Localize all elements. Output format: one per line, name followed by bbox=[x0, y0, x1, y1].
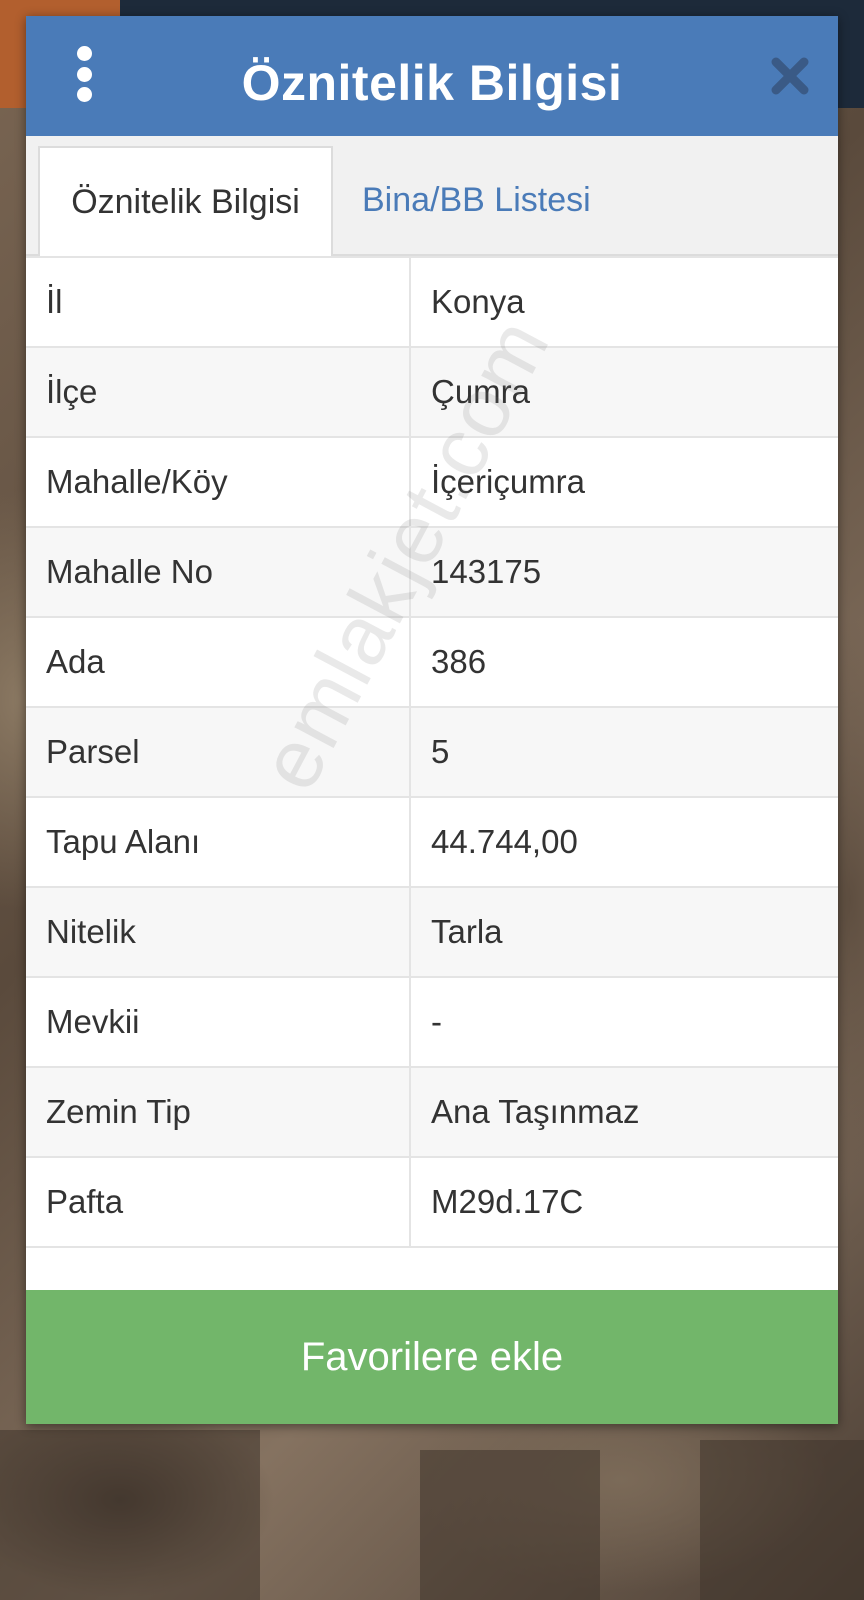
table-row: İlçe Çumra bbox=[26, 346, 838, 438]
attribute-value: 386 bbox=[409, 616, 838, 708]
attribute-key: Tapu Alanı bbox=[26, 796, 411, 888]
dialog-title: Öznitelik Bilgisi bbox=[241, 55, 623, 111]
attribute-value: Konya bbox=[409, 256, 838, 348]
dialog-header: Öznitelik Bilgisi bbox=[26, 16, 838, 136]
add-to-favorites-button[interactable]: Favorilere ekle bbox=[26, 1290, 838, 1424]
attribute-value: Çumra bbox=[409, 346, 838, 438]
attribute-info-dialog: Öznitelik Bilgisi Öznitelik Bilgisi Bina… bbox=[26, 16, 838, 1424]
attribute-value: Ana Taşınmaz bbox=[409, 1066, 838, 1158]
attribute-value: - bbox=[409, 976, 838, 1068]
table-row: Mevkii - bbox=[26, 976, 838, 1068]
map-field-patch bbox=[0, 1430, 260, 1600]
table-row: İl Konya bbox=[26, 256, 838, 348]
attribute-value: 5 bbox=[409, 706, 838, 798]
close-icon[interactable] bbox=[768, 54, 812, 98]
attribute-value: İçeriçumra bbox=[409, 436, 838, 528]
attribute-key: Mevkii bbox=[26, 976, 411, 1068]
attribute-key: Ada bbox=[26, 616, 411, 708]
table-row: Mahalle/Köy İçeriçumra bbox=[26, 436, 838, 528]
map-field-patch bbox=[420, 1450, 600, 1600]
table-row: Mahalle No 143175 bbox=[26, 526, 838, 618]
tab-building-list[interactable]: Bina/BB Listesi bbox=[362, 146, 591, 254]
table-row: Nitelik Tarla bbox=[26, 886, 838, 978]
attribute-key: Zemin Tip bbox=[26, 1066, 411, 1158]
map-field-patch bbox=[700, 1440, 864, 1600]
attribute-key: Mahalle/Köy bbox=[26, 436, 411, 528]
tab-attribute-info[interactable]: Öznitelik Bilgisi bbox=[38, 146, 333, 256]
attribute-key: Pafta bbox=[26, 1156, 411, 1248]
attribute-value: Tarla bbox=[409, 886, 838, 978]
attribute-value: M29d.17C bbox=[409, 1156, 838, 1248]
attribute-table: İl Konya İlçe Çumra Mahalle/Köy İçeriçum… bbox=[26, 256, 838, 1248]
table-row: Ada 386 bbox=[26, 616, 838, 708]
table-row: Tapu Alanı 44.744,00 bbox=[26, 796, 838, 888]
tab-bar: Öznitelik Bilgisi Bina/BB Listesi bbox=[26, 136, 838, 256]
attribute-key: Nitelik bbox=[26, 886, 411, 978]
table-row: Zemin Tip Ana Taşınmaz bbox=[26, 1066, 838, 1158]
attribute-key: İl bbox=[26, 256, 411, 348]
table-row: Parsel 5 bbox=[26, 706, 838, 798]
attribute-key: Mahalle No bbox=[26, 526, 411, 618]
attribute-key: İlçe bbox=[26, 346, 411, 438]
attribute-key: Parsel bbox=[26, 706, 411, 798]
vertical-dots-icon[interactable] bbox=[74, 46, 94, 102]
table-row: Pafta M29d.17C bbox=[26, 1156, 838, 1248]
attribute-value: 44.744,00 bbox=[409, 796, 838, 888]
attribute-value: 143175 bbox=[409, 526, 838, 618]
